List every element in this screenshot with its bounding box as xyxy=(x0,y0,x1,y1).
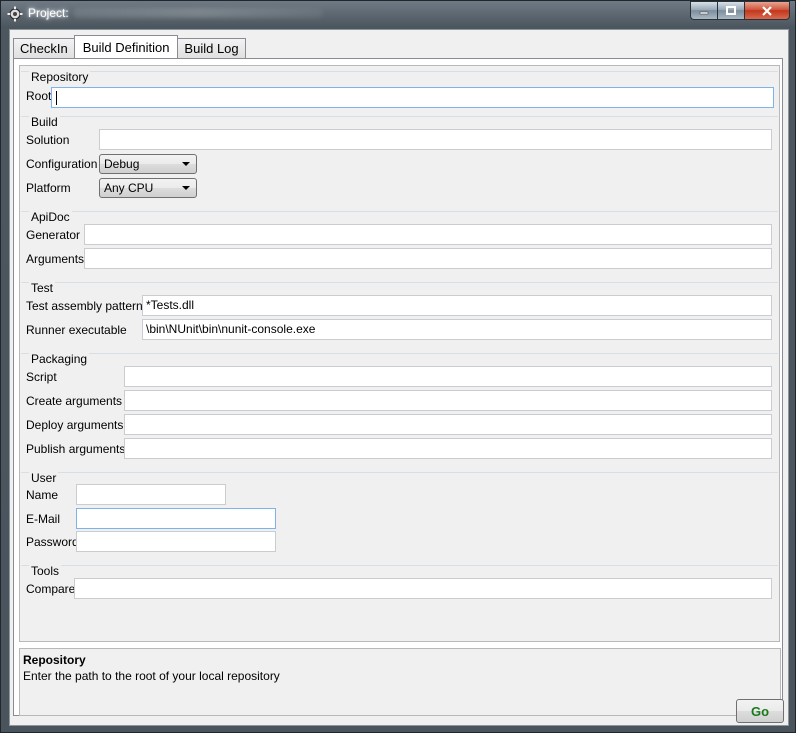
chevron-down-icon xyxy=(182,162,190,166)
runner-label: Runner executable xyxy=(26,323,127,337)
tab-build-log[interactable]: Build Log xyxy=(177,38,246,58)
packaging-title: Packaging xyxy=(29,352,90,366)
create-arguments-label: Create arguments xyxy=(26,394,123,408)
solution-input[interactable] xyxy=(99,129,772,150)
platform-dropdown[interactable]: Any CPU xyxy=(99,178,197,198)
help-panel: Repository Enter the path to the root of… xyxy=(19,648,781,716)
tools-section: Tools Compare xyxy=(21,564,778,605)
generator-input[interactable] xyxy=(84,224,772,245)
client-area: CheckIn Build Definition Build Log Repos… xyxy=(9,29,789,726)
platform-value: Any CPU xyxy=(104,181,154,195)
test-pattern-input[interactable]: *Tests.dll xyxy=(142,295,772,316)
root-input[interactable] xyxy=(51,87,774,108)
deploy-arguments-input[interactable] xyxy=(124,414,772,435)
script-label: Script xyxy=(26,370,57,384)
configuration-value: Debug xyxy=(104,157,140,171)
deploy-arguments-label: Deploy arguments xyxy=(26,418,124,432)
apidoc-title: ApiDoc xyxy=(29,210,72,224)
gear-icon xyxy=(7,6,23,22)
solution-label: Solution xyxy=(26,133,70,147)
password-field[interactable] xyxy=(76,531,276,552)
project-window: Project: CheckIn Build Definition Build … xyxy=(0,0,796,733)
runner-input[interactable]: \bin\NUnit\bin\nunit-console.exe xyxy=(142,319,772,340)
go-button[interactable]: Go xyxy=(736,699,784,723)
name-label: Name xyxy=(26,488,59,502)
tools-title: Tools xyxy=(29,564,62,578)
minimize-button[interactable] xyxy=(690,1,717,20)
close-icon xyxy=(762,5,772,16)
help-title: Repository xyxy=(23,653,86,667)
text-caret xyxy=(56,91,57,105)
chevron-down-icon xyxy=(182,186,190,190)
platform-label: Platform xyxy=(26,181,71,195)
test-pattern-label: Test assembly pattern xyxy=(26,299,143,313)
publish-arguments-label: Publish arguments xyxy=(26,442,126,456)
minimize-icon xyxy=(699,11,709,14)
help-text: Enter the path to the root of your local… xyxy=(23,669,280,683)
repository-title: Repository xyxy=(29,70,91,84)
build-section: Build Solution Configuration Debug Platf… xyxy=(21,115,778,204)
window-title: Project: xyxy=(28,6,69,20)
repository-section: Repository Root xyxy=(21,70,778,111)
build-title: Build xyxy=(29,115,60,129)
title-bar[interactable]: Project: xyxy=(1,1,795,27)
arguments-label: Arguments xyxy=(26,252,85,266)
configuration-dropdown[interactable]: Debug xyxy=(99,154,197,174)
email-label: E-Mail xyxy=(26,512,61,526)
build-definition-content: Repository Root Build Solution Configura… xyxy=(13,58,783,716)
packaging-section: Packaging Script Create arguments Deploy… xyxy=(21,352,778,465)
root-label: Root xyxy=(26,89,52,103)
test-title: Test xyxy=(29,281,56,295)
test-section: Test Test assembly pattern *Tests.dll Ru… xyxy=(21,281,778,346)
create-arguments-input[interactable] xyxy=(124,390,772,411)
publish-arguments-input[interactable] xyxy=(124,438,772,459)
caption-buttons xyxy=(690,1,790,20)
maximize-icon xyxy=(726,5,736,15)
compare-input[interactable] xyxy=(74,578,772,599)
password-label: Password xyxy=(26,535,79,549)
user-section: User Name E-Mail Password xyxy=(21,471,778,558)
apidoc-section: ApiDoc Generator Arguments xyxy=(21,210,778,275)
tab-build-definition[interactable]: Build Definition xyxy=(73,35,179,58)
name-input[interactable] xyxy=(76,484,226,505)
script-input[interactable] xyxy=(124,366,772,387)
apidoc-arguments-input[interactable] xyxy=(84,248,772,269)
email-field[interactable] xyxy=(76,508,276,529)
close-button[interactable] xyxy=(744,1,790,20)
tab-strip: CheckIn Build Definition Build Log xyxy=(13,35,246,58)
title-redacted-text xyxy=(73,8,323,18)
generator-label: Generator xyxy=(26,228,81,242)
maximize-button[interactable] xyxy=(717,1,744,20)
compare-label: Compare xyxy=(26,582,76,596)
configuration-label: Configuration xyxy=(26,157,98,171)
user-title: User xyxy=(29,471,59,485)
settings-panel: Repository Root Build Solution Configura… xyxy=(19,65,780,642)
tab-checkin[interactable]: CheckIn xyxy=(13,38,75,58)
